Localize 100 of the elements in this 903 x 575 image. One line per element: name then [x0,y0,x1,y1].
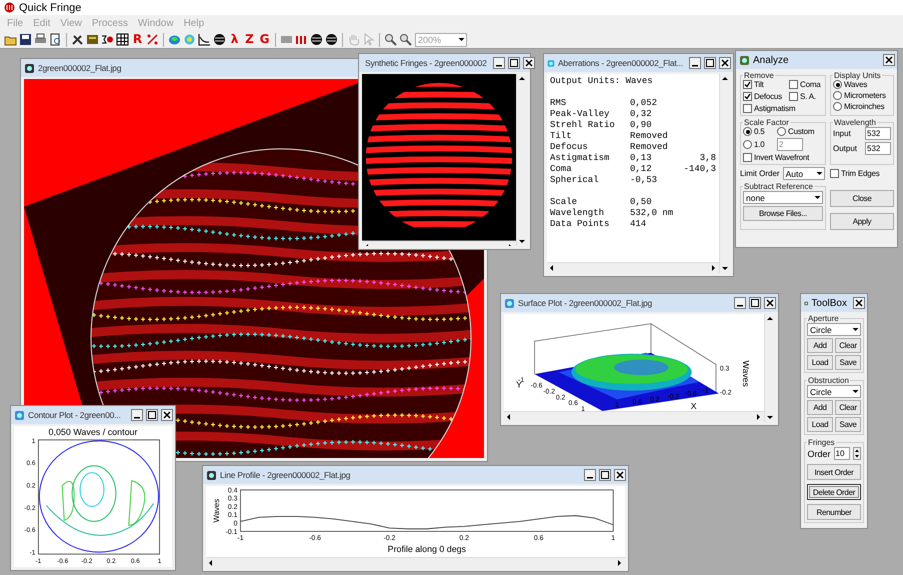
group-label: Obstruction [807,376,850,385]
minimize-button[interactable] [734,297,746,309]
vertical-scrollbar[interactable] [719,74,730,273]
tool-button[interactable]: Renumber [807,504,861,520]
toolbar-button[interactable] [48,32,63,47]
toolbar-button[interactable] [18,32,33,47]
toolbar-button[interactable] [212,32,227,47]
toolbar-button[interactable]: λ [227,32,242,47]
tool-button[interactable]: Load [807,417,833,432]
checkbox[interactable] [789,92,798,101]
vertical-scrollbar[interactable] [764,314,775,422]
arrow-up-icon[interactable] [766,315,774,323]
reference-select[interactable]: none [743,191,823,204]
arrow-up-icon[interactable] [518,75,526,83]
checkbox[interactable] [830,169,839,178]
toolbar-button[interactable]: R [130,32,145,47]
shape-select[interactable]: Circle [807,385,861,398]
arrow-up-icon[interactable] [721,75,729,83]
arrow-right-icon[interactable] [710,264,718,272]
dropdown-arrow-icon[interactable] [851,387,860,396]
striped-ball-icon [213,33,226,46]
arrow-down-icon[interactable] [721,264,729,272]
dialog-button[interactable]: Close [830,190,894,207]
checkbox[interactable] [743,104,752,113]
minimize-button[interactable] [689,57,701,69]
close-button[interactable] [614,469,626,481]
toolbar-button[interactable] [115,32,130,47]
toolbar-button[interactable] [309,32,324,47]
maximize-button[interactable] [704,57,716,69]
checkbox[interactable] [789,80,798,89]
checkbox[interactable] [743,153,752,162]
tool-button[interactable]: Insert Order [807,464,861,480]
line-chart-icon [198,33,211,46]
radio-button[interactable] [833,91,842,100]
close-button[interactable] [883,54,895,66]
tool-button[interactable]: Add [807,338,833,353]
dialog-button[interactable]: Apply [830,213,894,230]
radio-button[interactable] [777,127,786,136]
toolbar-button[interactable] [85,32,100,47]
radio-button[interactable] [833,80,842,89]
close-icon [885,56,893,64]
spinner-arrows-icon[interactable] [852,447,860,460]
arrow-right-icon[interactable] [755,413,763,421]
window-title: Aberrations - 2green000002_Flat... [558,58,683,68]
order-field[interactable]: 10 [834,447,850,460]
zoom-in-icon [384,33,397,46]
horizontal-scrollbar[interactable] [547,262,719,273]
vertical-scrollbar[interactable] [516,74,527,246]
arrow-down-icon[interactable] [766,413,774,421]
toolbar-button[interactable] [383,32,398,47]
close-button[interactable] [764,297,776,309]
tool-button[interactable]: Load [807,355,833,370]
close-button[interactable] [161,409,173,421]
minimize-button[interactable] [584,469,596,481]
sigma-dot-icon [101,33,114,46]
close-button[interactable] [719,57,731,69]
radio-button[interactable] [833,102,842,111]
tool-button[interactable]: Clear [835,338,861,353]
toolbar-button[interactable]: G [257,32,272,47]
input-wavelength-field[interactable]: 532 [865,127,891,140]
browse-button[interactable]: Browse Files... [743,206,823,221]
toolbar-button[interactable] [197,32,212,47]
tool-button[interactable]: Delete Order [807,484,861,500]
surface-icon [168,33,181,46]
output-wavelength-field[interactable]: 532 [865,142,891,155]
horizontal-scrollbar[interactable] [504,411,764,422]
minimize-button[interactable] [131,409,143,421]
horizontal-scrollbar[interactable] [206,557,625,568]
arrow-right-icon[interactable] [616,559,624,567]
close-icon [524,59,533,67]
close-button[interactable] [522,57,535,69]
dropdown-arrow-icon[interactable] [814,169,824,178]
minimize-button[interactable] [492,57,505,69]
arrow-left-icon[interactable] [207,559,215,567]
tool-button[interactable]: Add [807,400,833,415]
close-button[interactable] [853,297,865,309]
checkbox[interactable] [743,80,752,89]
maximize-button[interactable] [749,297,761,309]
dropdown-arrow-icon[interactable] [813,193,822,202]
window-title: Analyze [753,54,789,66]
maximize-button[interactable] [508,57,520,69]
arrow-left-icon[interactable] [505,413,513,421]
arrow-left-icon[interactable] [548,264,556,272]
tool-button[interactable]: Save [835,355,861,370]
radio-button[interactable] [743,127,752,136]
custom-scale-field[interactable]: 2 [777,138,803,151]
dropdown-arrow-icon[interactable] [851,325,860,334]
radio-button[interactable] [743,140,752,149]
tool-button[interactable]: Clear [835,400,861,415]
grid-icon [116,33,129,46]
maximize-button[interactable] [599,469,611,481]
toolbar-button[interactable] [398,32,413,47]
tool-button[interactable]: Save [835,417,861,432]
shape-select[interactable]: Circle [807,323,861,336]
maximize-button[interactable] [146,409,158,421]
toolbar-button[interactable]: Z [242,32,257,47]
checkbox[interactable] [743,92,752,101]
arrow-down-icon[interactable] [518,237,526,245]
toolbar-button[interactable] [324,32,339,47]
limit-order-select[interactable]: Auto [782,167,825,180]
